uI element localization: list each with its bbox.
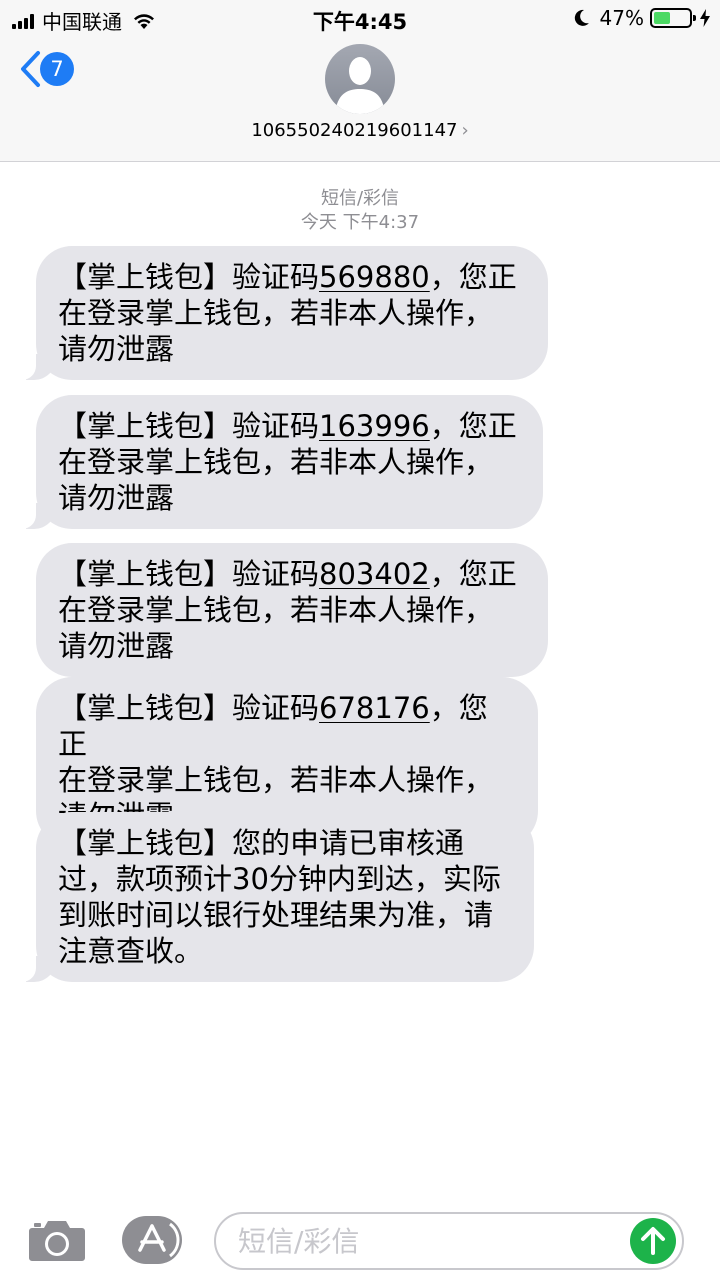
message-line: 在登录掌上钱包，若非本人操作， <box>58 763 494 797</box>
app-store-button[interactable] <box>122 1216 182 1264</box>
message-line: 请勿泄露 <box>58 332 175 366</box>
verification-code-link[interactable]: 569880 <box>319 260 430 294</box>
message-bubble[interactable]: 【掌上钱包】验证码569880，您正 在登录掌上钱包，若非本人操作， 请勿泄露 <box>14 246 548 380</box>
verification-code-link[interactable]: 803402 <box>319 557 430 591</box>
verification-code-link[interactable]: 163996 <box>319 409 430 443</box>
message-line: 【掌上钱包】验证码163996，您正 <box>58 409 517 443</box>
message-line: 注意查收。 <box>58 934 204 968</box>
battery-icon <box>650 8 696 28</box>
message-bubble[interactable]: 【掌上钱包】验证码163996，您正 在登录掌上钱包，若非本人操作， 请勿泄露 <box>14 395 543 529</box>
message-type-label: 短信/彩信 <box>320 188 400 209</box>
chevron-left-icon <box>21 51 40 87</box>
message-line: 过，款项预计30分钟内到达，实际 <box>58 862 501 896</box>
battery-fill <box>654 12 670 24</box>
message-line: 【掌上钱包】验证码803402，您正 <box>58 557 517 591</box>
status-right: 47% <box>574 6 710 30</box>
charging-bolt-icon <box>700 9 710 27</box>
status-bar: 中国联通 下午4:45 47% <box>0 0 720 38</box>
send-arrow-icon <box>641 1227 665 1255</box>
message-line: 【掌上钱包】您的申请已审核通 <box>58 826 465 860</box>
message-timestamp: 今天 下午4:37 <box>300 212 420 233</box>
battery-percent: 47% <box>599 6 644 30</box>
message-line: 在登录掌上钱包，若非本人操作， <box>58 296 494 330</box>
message-line: 【掌上钱包】验证码678176，您正 <box>58 691 488 761</box>
message-line: 请勿泄露 <box>58 629 175 663</box>
verification-code-link[interactable]: 678176 <box>319 691 430 725</box>
person-silhouette-icon <box>335 57 385 114</box>
message-line: 在登录掌上钱包，若非本人操作， <box>58 445 494 479</box>
message-bubble[interactable]: 【掌上钱包】您的申请已审核通 过，款项预计30分钟内到达，实际 到账时间以银行处… <box>14 812 534 982</box>
send-button[interactable] <box>630 1218 676 1264</box>
contact-avatar[interactable] <box>325 44 395 114</box>
message-bubble[interactable]: 【掌上钱包】验证码803402，您正 在登录掌上钱包，若非本人操作， 请勿泄露 <box>36 543 548 677</box>
message-line: 在登录掌上钱包，若非本人操作， <box>58 593 494 627</box>
message-line: 请勿泄露 <box>58 481 175 515</box>
chevron-right-icon: › <box>461 120 469 141</box>
message-input[interactable] <box>214 1212 684 1270</box>
back-button[interactable]: 7 <box>18 50 74 88</box>
camera-icon[interactable] <box>28 1218 86 1262</box>
composer-bar <box>0 1200 720 1280</box>
conversation-header: 7 106550240219601147 › <box>0 38 720 162</box>
message-line: 到账时间以银行处理结果为准，请 <box>58 898 494 932</box>
message-line: 【掌上钱包】验证码569880，您正 <box>58 260 517 294</box>
contact-number-button[interactable]: 106550240219601147 › <box>0 120 720 141</box>
contact-number: 106550240219601147 <box>251 120 458 141</box>
app-store-icon <box>138 1222 180 1258</box>
unread-count-badge: 7 <box>40 52 74 86</box>
moon-icon <box>574 9 589 26</box>
